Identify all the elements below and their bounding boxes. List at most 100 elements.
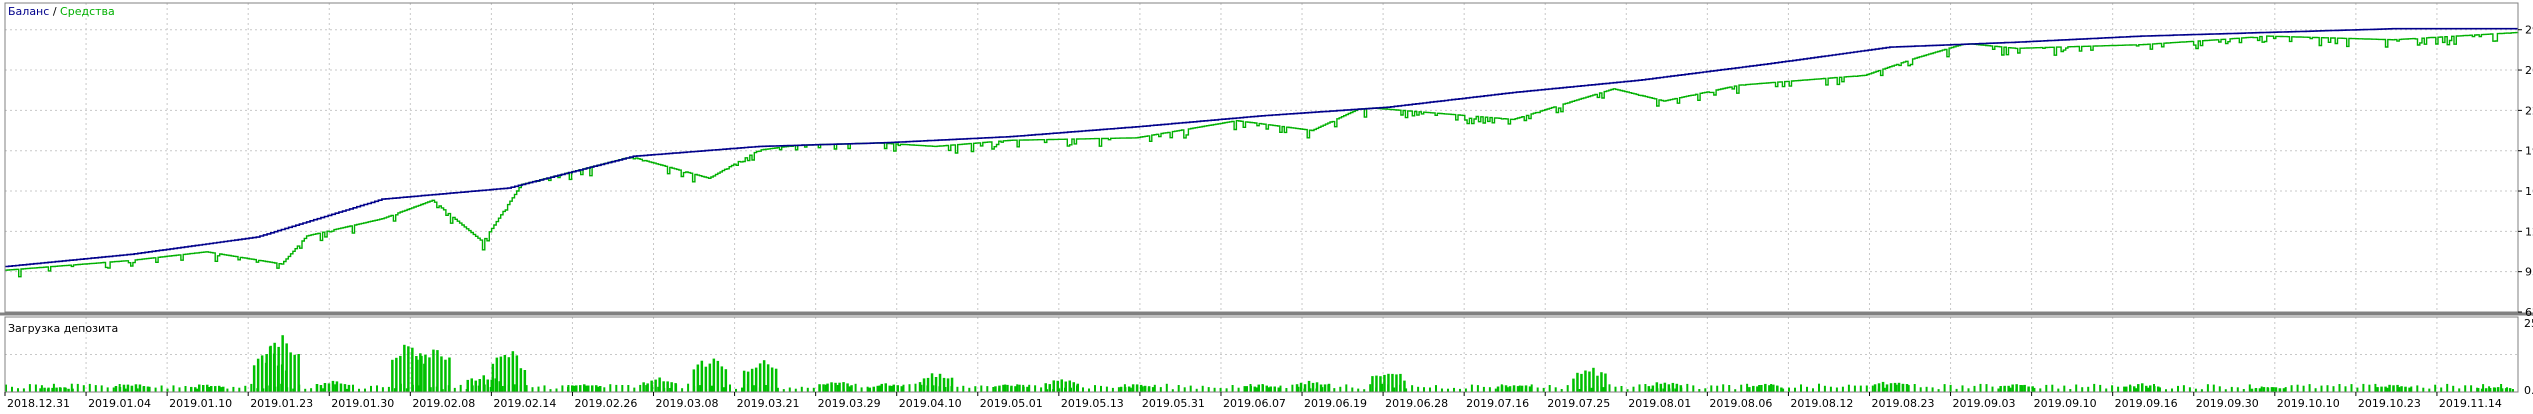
load-bar	[1213, 387, 1216, 392]
load-bar	[2145, 385, 2148, 392]
load-bar	[106, 387, 109, 392]
x-tick-label: 2019.05.01	[980, 397, 1043, 410]
load-bar	[146, 386, 150, 392]
load-bar	[1441, 388, 1443, 392]
x-tick-label: 2019.03.21	[737, 397, 800, 410]
load-bar	[1165, 383, 1168, 392]
load-bar	[1686, 383, 1689, 392]
load-bar	[82, 385, 85, 392]
load-bar	[232, 386, 235, 392]
load-bar	[1411, 385, 1414, 392]
legend-separator: /	[52, 5, 57, 18]
load-bar	[2500, 388, 2504, 392]
load-bar	[39, 388, 42, 392]
load-axis-labels: 25.0% 0.0%	[2524, 317, 2533, 397]
load-bar	[2504, 388, 2508, 392]
load-bar	[2314, 388, 2317, 392]
load-bar	[1151, 387, 1155, 392]
load-bar	[289, 352, 292, 392]
load-bar	[2296, 384, 2299, 392]
load-bar	[1339, 386, 1342, 392]
load-bar	[1189, 385, 1192, 392]
load-bar	[868, 387, 871, 392]
y-tick-label: 1287	[2525, 225, 2533, 238]
load-bar	[1516, 386, 1520, 392]
load-bar	[1722, 384, 1725, 392]
load-bar	[470, 378, 473, 392]
load-bar	[1632, 386, 1635, 392]
load-bar	[980, 385, 983, 392]
equity-series	[5, 31, 2519, 278]
load-bar	[2129, 385, 2132, 392]
load-bar	[720, 366, 724, 392]
load-bar	[1044, 383, 1047, 392]
x-tick-label: 2019.05.31	[1142, 397, 1205, 410]
load-bar	[2051, 384, 2054, 392]
load-bar	[2380, 386, 2383, 392]
x-tick-label: 2019.02.14	[493, 397, 556, 410]
load-bar	[2153, 386, 2156, 392]
load-bar	[503, 355, 507, 392]
load-bar	[1504, 385, 1508, 392]
x-tick-label: 2019.03.29	[818, 397, 881, 410]
x-tick-label: 2019.09.10	[2034, 397, 2097, 410]
load-bar	[1776, 385, 1779, 392]
load-bar	[1072, 382, 1075, 392]
load-bar	[2039, 388, 2042, 392]
load-bar	[118, 387, 122, 392]
load-bar	[1018, 384, 1021, 392]
load-bar	[1663, 382, 1667, 392]
load-bar	[210, 386, 213, 392]
load-bar	[403, 344, 406, 392]
load-bar	[134, 384, 138, 392]
load-bar	[407, 346, 410, 392]
load-bar	[746, 371, 750, 392]
load-bar	[1494, 388, 1497, 392]
load-bar	[2508, 388, 2512, 392]
load-bar	[1123, 387, 1127, 392]
load-bar	[1931, 387, 1934, 392]
load-bar	[930, 373, 934, 392]
load-bar	[172, 385, 175, 392]
load-bar	[265, 354, 268, 392]
sub-grid	[4, 317, 2519, 392]
load-bar	[1139, 384, 1143, 392]
load-bar	[543, 385, 546, 392]
load-bar	[1026, 386, 1029, 392]
load-bar	[666, 381, 669, 392]
load-bar	[2206, 384, 2209, 392]
load-bar	[1159, 387, 1162, 392]
load-bar	[519, 368, 523, 392]
load-bar	[1261, 384, 1264, 392]
load-bar	[1877, 383, 1881, 392]
load-bar	[1183, 387, 1186, 392]
load-bar	[17, 388, 19, 392]
load-bar	[1671, 382, 1675, 392]
load-bar	[700, 360, 704, 392]
load-bar	[766, 364, 770, 392]
load-bar	[2105, 388, 2108, 392]
load-bar	[754, 367, 758, 392]
load-bar	[1177, 385, 1180, 392]
load-bar	[1584, 370, 1587, 392]
load-bar	[1588, 371, 1591, 392]
load-bar	[2392, 385, 2395, 392]
x-tick-label: 2019.06.28	[1385, 397, 1448, 410]
load-bar	[922, 378, 926, 392]
load-bar	[387, 386, 390, 392]
load-bar	[1383, 374, 1386, 392]
load-bar	[310, 388, 313, 392]
load-bar	[1812, 388, 1814, 392]
load-bar	[2019, 385, 2022, 392]
load-bar	[507, 357, 511, 392]
load-bar	[2218, 386, 2221, 392]
load-bar	[2274, 387, 2278, 392]
load-bar	[938, 373, 942, 392]
load-bar	[1608, 384, 1611, 392]
load-bar	[1399, 373, 1402, 392]
load-bar	[888, 385, 891, 392]
load-bar	[561, 385, 564, 392]
load-bar	[277, 346, 280, 392]
load-bar	[818, 384, 821, 392]
load-bar	[2376, 387, 2379, 392]
